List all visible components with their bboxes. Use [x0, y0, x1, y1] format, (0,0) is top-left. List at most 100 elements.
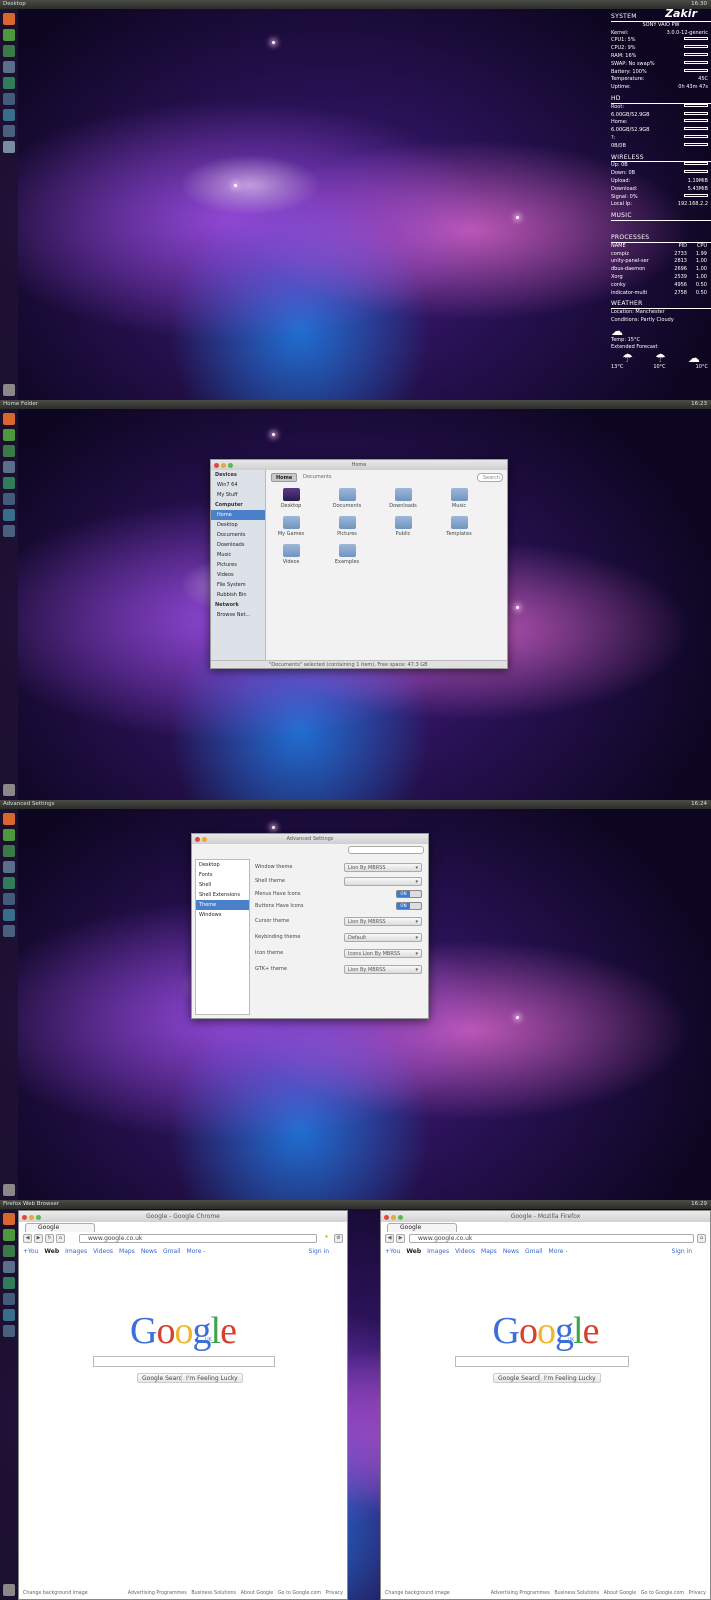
close-button[interactable]: [195, 837, 200, 842]
link-images[interactable]: Images: [65, 1248, 87, 1255]
footer-link[interactable]: Business Solutions: [554, 1591, 599, 1596]
close-button[interactable]: [214, 463, 219, 468]
link-news[interactable]: News: [503, 1248, 519, 1255]
window-titlebar[interactable]: Google - Mozilla Firefox: [381, 1211, 710, 1222]
shell-theme-combo[interactable]: [344, 877, 422, 886]
link-more[interactable]: More -: [549, 1248, 568, 1255]
change-background-link[interactable]: Change background image: [385, 1591, 450, 1596]
link-web[interactable]: Web: [44, 1248, 59, 1255]
launcher-icon[interactable]: [3, 125, 15, 137]
file-icon-item[interactable]: Public: [385, 516, 421, 537]
reload-icon[interactable]: ↻: [45, 1234, 54, 1243]
icon-theme-combo[interactable]: Icons Lion By MBRSS: [344, 949, 422, 958]
link-maps[interactable]: Maps: [119, 1248, 135, 1255]
launcher-icon[interactable]: [3, 1277, 15, 1289]
minimize-button[interactable]: [391, 1215, 396, 1220]
cursor-theme-combo[interactable]: Lion By MBRSS: [344, 917, 422, 926]
clock[interactable]: 16:30: [691, 0, 707, 9]
link-images[interactable]: Images: [427, 1248, 449, 1255]
close-button[interactable]: [384, 1215, 389, 1220]
launcher-icon[interactable]: [3, 477, 15, 489]
link-gmail[interactable]: Gmail: [525, 1248, 543, 1255]
nav-shell-extensions[interactable]: Shell Extensions: [196, 890, 249, 900]
launcher-icon[interactable]: [3, 493, 15, 505]
link-videos[interactable]: Videos: [93, 1248, 113, 1255]
home-icon[interactable]: ⌂: [56, 1234, 65, 1243]
launcher-icon[interactable]: [3, 1245, 15, 1257]
sidebar-item-documents[interactable]: Documents: [211, 530, 265, 540]
trash-icon[interactable]: [3, 384, 15, 396]
launcher-icon[interactable]: [3, 45, 15, 57]
nav-windows[interactable]: Windows: [196, 910, 249, 920]
launcher-icon[interactable]: [3, 509, 15, 521]
sign-in-link[interactable]: Sign in: [309, 1248, 329, 1255]
launcher-icon[interactable]: [3, 109, 15, 121]
close-button[interactable]: [22, 1215, 27, 1220]
trash-icon[interactable]: [3, 1184, 15, 1196]
launcher-icon[interactable]: [3, 1261, 15, 1273]
file-icon-item[interactable]: Downloads: [385, 488, 421, 509]
address-bar[interactable]: www.google.co.uk: [409, 1234, 694, 1243]
launcher-icon[interactable]: [3, 61, 15, 73]
launcher-icon[interactable]: [3, 413, 15, 425]
search-input[interactable]: [93, 1356, 275, 1367]
nav-desktop[interactable]: Desktop: [196, 860, 249, 870]
sidebar-item-videos[interactable]: Videos: [211, 570, 265, 580]
back-icon[interactable]: ◀: [23, 1234, 32, 1243]
footer-link[interactable]: Privacy: [689, 1591, 706, 1596]
footer-link[interactable]: Advertising Programmes: [491, 1591, 550, 1596]
maximize-button[interactable]: [36, 1215, 41, 1220]
launcher-icon[interactable]: [3, 845, 15, 857]
sidebar-item-win7[interactable]: Win7 64: [211, 480, 265, 490]
launcher-icon[interactable]: [3, 877, 15, 889]
link-gmail[interactable]: Gmail: [163, 1248, 181, 1255]
link-you[interactable]: +You: [23, 1248, 38, 1255]
feeling-lucky-button[interactable]: I'm Feeling Lucky: [181, 1373, 243, 1383]
search-field[interactable]: Search: [477, 473, 503, 482]
sign-in-link[interactable]: Sign in: [672, 1248, 692, 1255]
link-news[interactable]: News: [141, 1248, 157, 1255]
clock[interactable]: 16:23: [691, 400, 707, 409]
window-titlebar[interactable]: Home: [211, 460, 507, 470]
file-icon-item[interactable]: Desktop: [273, 488, 309, 509]
launcher-icon[interactable]: [3, 893, 15, 905]
star-icon[interactable]: ★: [322, 1234, 331, 1243]
sidebar-item-music[interactable]: Music: [211, 550, 265, 560]
trash-icon[interactable]: [3, 1584, 15, 1596]
sidebar-item-network[interactable]: Browse Net...: [211, 610, 265, 620]
launcher-icon[interactable]: [3, 525, 15, 537]
launcher-icon[interactable]: [3, 1293, 15, 1305]
file-icon-item[interactable]: Videos: [273, 544, 309, 565]
forward-icon[interactable]: ▶: [396, 1234, 405, 1243]
minimize-button[interactable]: [29, 1215, 34, 1220]
launcher-icon[interactable]: [3, 861, 15, 873]
footer-link[interactable]: Privacy: [326, 1591, 343, 1596]
clock[interactable]: 16:24: [691, 800, 707, 809]
search-input[interactable]: [348, 846, 424, 854]
path-button-documents[interactable]: Documents: [303, 473, 332, 482]
launcher-icon[interactable]: [3, 445, 15, 457]
file-icon-item[interactable]: Pictures: [329, 516, 365, 537]
minimize-button[interactable]: [221, 463, 226, 468]
launcher-icon[interactable]: [3, 925, 15, 937]
path-button-home[interactable]: Home: [271, 473, 298, 482]
link-more[interactable]: More -: [187, 1248, 206, 1255]
launcher-icon[interactable]: [3, 93, 15, 105]
file-icon-item[interactable]: My Games: [273, 516, 309, 537]
launcher-icon[interactable]: [3, 77, 15, 89]
file-icon-item[interactable]: Templates: [441, 516, 477, 537]
launcher-icon[interactable]: [3, 141, 15, 153]
sidebar-item-desktop[interactable]: Desktop: [211, 520, 265, 530]
launcher-icon[interactable]: [3, 829, 15, 841]
link-videos[interactable]: Videos: [455, 1248, 475, 1255]
launcher-icon[interactable]: [3, 1213, 15, 1225]
launcher-icon[interactable]: [3, 429, 15, 441]
launcher-icon[interactable]: [3, 13, 15, 25]
change-background-link[interactable]: Change background image: [23, 1591, 88, 1596]
sidebar-item-downloads[interactable]: Downloads: [211, 540, 265, 550]
buttons-have-icons-toggle[interactable]: ON: [396, 902, 422, 910]
browser-tab[interactable]: Google: [25, 1223, 95, 1232]
launcher-icon[interactable]: [3, 813, 15, 825]
clock[interactable]: 16:29: [691, 1200, 707, 1209]
footer-link[interactable]: About Google: [241, 1591, 274, 1596]
